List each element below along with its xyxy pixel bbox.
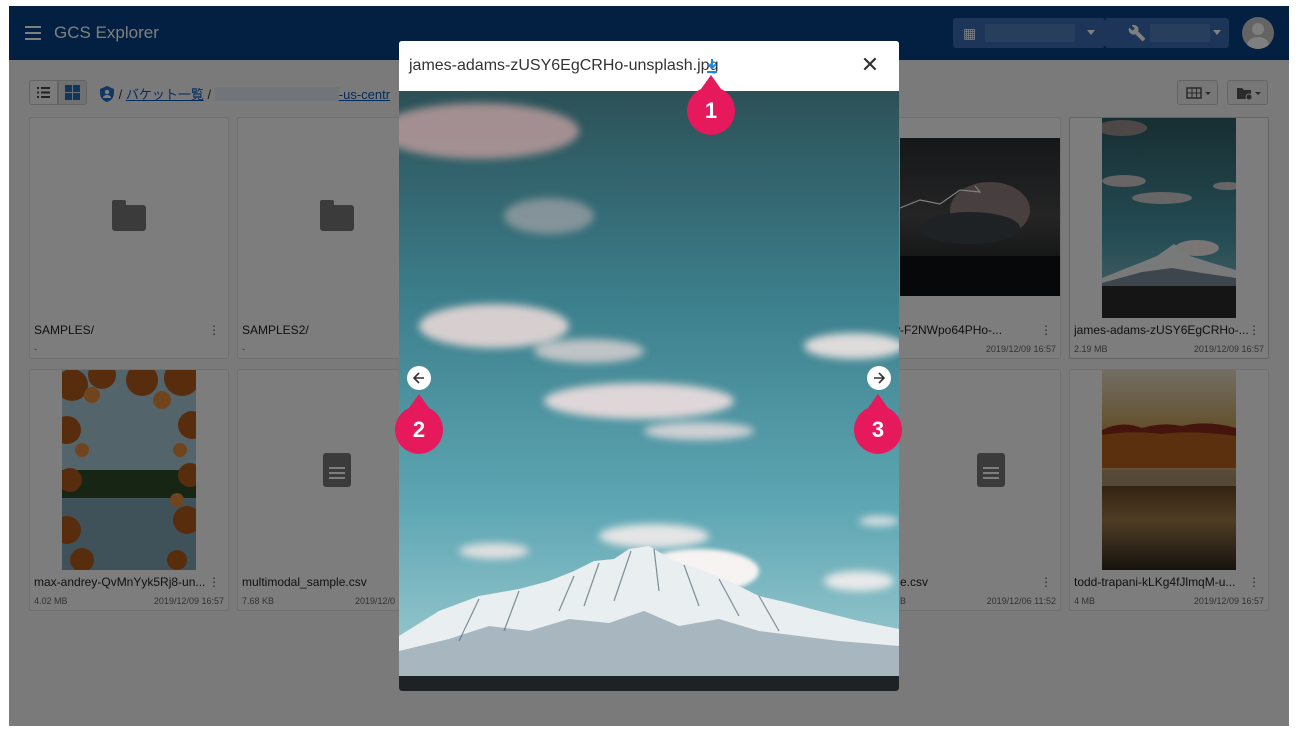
download-icon[interactable] [706, 58, 718, 74]
callout-number: 3 [871, 417, 885, 442]
callout-number: 2 [412, 417, 426, 442]
close-icon[interactable]: ✕ [857, 52, 883, 78]
arrow-left-icon [412, 372, 424, 384]
preview-image [399, 91, 899, 691]
callout-number: 1 [704, 98, 718, 123]
app-window: GCS Explorer ▦ / バケット一覧 / -us-centr SAMP [9, 6, 1289, 726]
next-image-button[interactable] [867, 366, 891, 390]
callout-1: 1 [687, 75, 735, 135]
previous-image-button[interactable] [407, 366, 431, 390]
callout-3: 3 [854, 394, 902, 454]
dialog-title: james-adams-zUSY6EgCRHo-unsplash.jpg [409, 57, 719, 74]
image-preview-dialog: james-adams-zUSY6EgCRHo-unsplash.jpg ✕ [399, 41, 899, 691]
arrow-right-icon [874, 372, 886, 384]
dialog-header: james-adams-zUSY6EgCRHo-unsplash.jpg ✕ [399, 41, 899, 91]
callout-2: 2 [395, 394, 443, 454]
